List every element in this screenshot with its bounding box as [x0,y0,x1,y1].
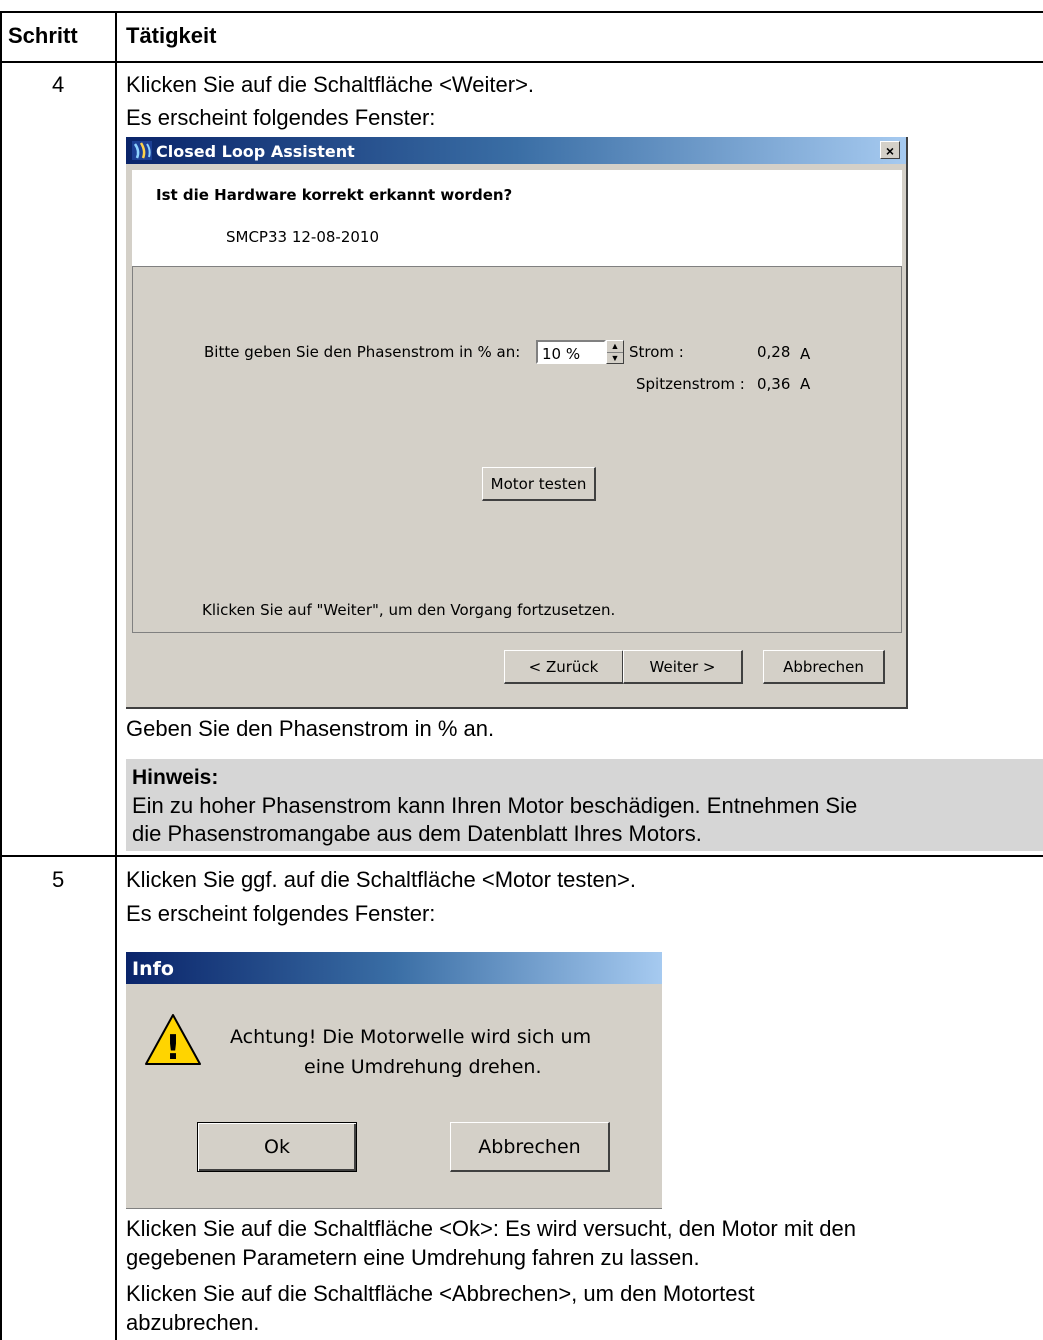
info-message-1: Achtung! Die Motorwelle wird sich um [230,1026,592,1048]
strom-value: 0,28 [757,343,791,361]
step5-instruction: Klicken Sie ggf. auf die Schaltfläche <M… [126,867,636,892]
strom-unit: A [800,345,811,363]
app-logo-icon [132,141,152,160]
dialog-title: Closed Loop Assistent [156,142,355,161]
hint-line-2: die Phasenstromangabe aus dem Datenblatt… [132,821,702,846]
header-activity: Tätigkeit [126,23,217,48]
phase-current-input[interactable]: 10 % [536,340,606,364]
dialog-body [132,267,902,633]
table-column-divider [115,11,117,1340]
closed-loop-dialog: Closed Loop Assistent × Ist die Hardware… [126,137,908,709]
continue-hint: Klicken Sie auf "Weiter", um den Vorgang… [202,601,616,619]
step5-after-2: gegebenen Parametern eine Umdrehung fahr… [126,1245,700,1270]
hardware-question: Ist die Hardware korrekt erkannt worden? [156,186,513,204]
table-top-border [0,11,1043,13]
stepper-up-icon[interactable]: ▲ [607,341,623,353]
phase-current-label: Bitte geben Sie den Phasenstrom in % an: [204,343,521,361]
dialog-header-panel: Ist die Hardware korrekt erkannt worden?… [132,170,902,267]
spitzenstrom-value: 0,36 [757,375,791,393]
info-title: Info [132,958,174,980]
step4-after-text: Geben Sie den Phasenstrom in % an. [126,716,495,741]
spitzenstrom-unit: A [800,375,811,393]
motor-test-button[interactable]: Motor testen [482,467,596,501]
dialog-titlebar[interactable]: Closed Loop Assistent × [126,137,906,164]
hint-box: Hinweis: Ein zu hoher Phasenstrom kann I… [126,759,1043,851]
phase-current-stepper[interactable]: ▲ ▼ [606,340,624,364]
table-header-border [0,61,1043,63]
warning-icon: ! [145,1014,201,1068]
hardware-id: SMCP33 12-08-2010 [226,228,380,246]
info-dialog: Info ! Achtung! Die Motorwelle wird sich… [126,952,662,1209]
stepper-down-icon[interactable]: ▼ [607,353,623,364]
strom-label: Strom : [629,343,684,361]
spitzenstrom-label: Spitzenstrom : [636,375,745,393]
cancel-button[interactable]: Abbrechen [763,650,885,684]
header-step: Schritt [8,23,78,48]
step4-window-intro: Es erscheint folgendes Fenster: [126,105,436,130]
ok-button[interactable]: Ok [197,1122,357,1172]
step-number-5: 5 [52,867,65,892]
step5-after-4: abzubrechen. [126,1310,260,1335]
step5-after-3: Klicken Sie auf die Schaltfläche <Abbrec… [126,1281,755,1306]
back-button[interactable]: < Zurück [504,650,624,684]
table-row-divider [0,855,1043,857]
info-cancel-button[interactable]: Abbrechen [450,1122,610,1172]
step4-instruction: Klicken Sie auf die Schaltfläche <Weiter… [126,72,535,97]
step-number-4: 4 [52,72,65,97]
next-button[interactable]: Weiter > [623,650,743,684]
info-titlebar[interactable]: Info [126,952,662,984]
warning-glyph: ! [165,1028,181,1068]
close-button[interactable]: × [880,141,900,159]
info-message-2: eine Umdrehung drehen. [304,1056,542,1078]
table-left-border [0,11,2,1340]
step5-window-intro: Es erscheint folgendes Fenster: [126,901,436,926]
hint-title: Hinweis: [132,766,219,789]
hint-line-1: Ein zu hoher Phasenstrom kann Ihren Moto… [132,793,858,818]
step5-after-1: Klicken Sie auf die Schaltfläche <Ok>: E… [126,1216,857,1241]
